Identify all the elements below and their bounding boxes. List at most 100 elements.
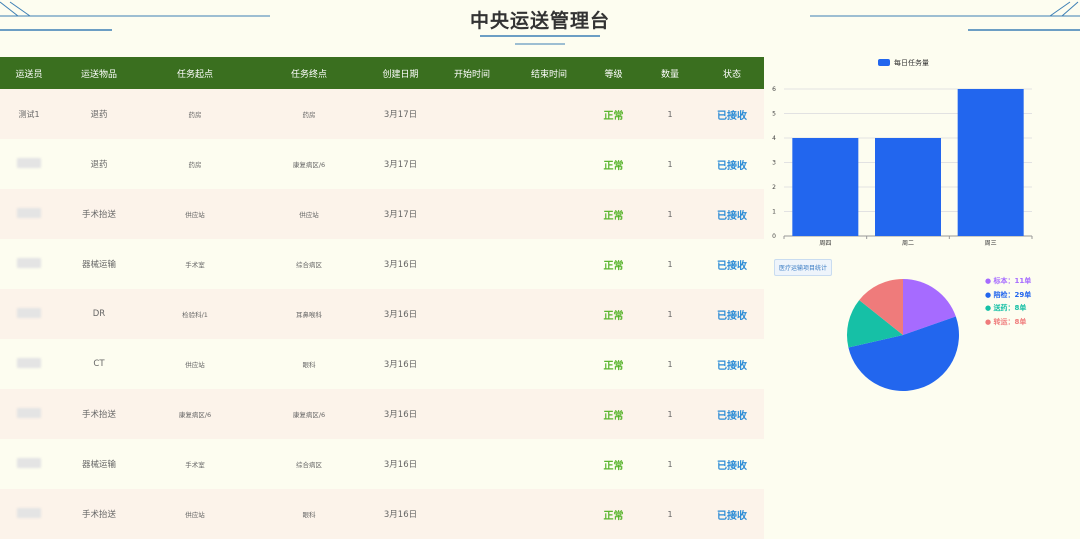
courier-cell [0,389,58,439]
level-cell: 正常 [587,489,640,539]
status-cell[interactable]: 已接收 [700,289,764,339]
table-row[interactable]: 测试1 退药 药房 药房 3月17日 正常 1 已接收 [0,89,764,139]
status-cell[interactable]: 已接收 [700,339,764,389]
redacted-name [17,258,41,268]
y-tick-label: 4 [772,135,776,142]
pie-legend-item[interactable]: ● 转运：8单 [985,316,1031,330]
qty-cell: 1 [640,89,700,139]
to-cell: 眼科 [250,489,368,539]
status-cell[interactable]: 已接收 [700,139,764,189]
col-header-start: 开始时间 [433,57,511,89]
page-header: 中央运送管理台 [0,0,1080,56]
start-cell [433,439,511,489]
bar [957,89,1024,236]
x-tick-label: 周四 [819,240,831,246]
date-cell: 3月17日 [368,139,433,189]
x-tick-label: 周三 [985,240,997,246]
qty-cell: 1 [640,489,700,539]
level-cell: 正常 [587,389,640,439]
bar-legend-label: 每日任务量 [894,59,929,67]
table-row[interactable]: 退药 药房 康复病区/6 3月17日 正常 1 已接收 [0,139,764,189]
table-row[interactable]: 手术抬送 康复病区/6 康复病区/6 3月16日 正常 1 已接收 [0,389,764,439]
bar-legend[interactable]: 每日任务量 [878,58,929,68]
qty-cell: 1 [640,439,700,489]
col-header-created: 创建日期 [368,57,433,89]
table-row[interactable]: DR 检验科/1 耳鼻喉科 3月16日 正常 1 已接收 [0,289,764,339]
col-header-end: 结束时间 [511,57,587,89]
qty-cell: 1 [640,189,700,239]
from-cell: 检验科/1 [140,289,250,339]
from-cell: 药房 [140,139,250,189]
date-cell: 3月16日 [368,489,433,539]
redacted-name [17,158,41,168]
table-row[interactable]: CT 供应站 眼科 3月16日 正常 1 已接收 [0,339,764,389]
status-cell[interactable]: 已接收 [700,189,764,239]
courier-cell: 测试1 [0,89,58,139]
date-cell: 3月16日 [368,339,433,389]
courier-cell [0,189,58,239]
pie-chart-title-button[interactable]: 医疗运输项目统计 [774,259,833,276]
redacted-name [17,308,41,318]
table-row[interactable]: 手术抬送 供应站 眼科 3月16日 正常 1 已接收 [0,489,764,539]
status-cell[interactable]: 已接收 [700,439,764,489]
qty-cell: 1 [640,289,700,339]
table-row[interactable]: 器械运输 手术室 综合病区 3月16日 正常 1 已接收 [0,439,764,489]
col-header-qty: 数量 [640,57,700,89]
bar [792,138,859,236]
bar [875,138,941,236]
end-cell [511,489,587,539]
col-header-status: 状态 [700,57,764,89]
qty-cell: 1 [640,389,700,439]
table-row[interactable]: 器械运输 手术室 综合病区 3月16日 正常 1 已接收 [0,239,764,289]
y-tick-label: 5 [772,111,776,118]
level-cell: 正常 [587,289,640,339]
courier-cell [0,489,58,539]
y-tick-label: 2 [772,184,776,191]
pie-legend-item[interactable]: ● 送药：8单 [985,302,1031,316]
from-cell: 供应站 [140,189,250,239]
redacted-name [17,358,41,368]
y-tick-label: 0 [772,233,776,240]
end-cell [511,139,587,189]
y-tick-label: 1 [772,209,776,216]
table-row[interactable]: 手术抬送 供应站 供应站 3月17日 正常 1 已接收 [0,189,764,239]
from-cell: 供应站 [140,339,250,389]
start-cell [433,289,511,339]
courier-cell [0,239,58,289]
item-cell: 器械运输 [58,439,140,489]
pie-legend: ● 标本：11单 ● 陪检：29单 ● 送药：8单 ● 转运：8单 [985,275,1031,329]
end-cell [511,439,587,489]
y-tick-label: 3 [772,160,776,167]
status-cell[interactable]: 已接收 [700,239,764,289]
table-header-row: 运送员 运送物品 任务起点 任务终点 创建日期 开始时间 结束时间 等级 数量 … [0,57,764,89]
item-cell: 手术抬送 [58,389,140,439]
status-cell[interactable]: 已接收 [700,389,764,439]
end-cell [511,189,587,239]
date-cell: 3月17日 [368,89,433,139]
courier-cell [0,289,58,339]
col-header-level: 等级 [587,57,640,89]
start-cell [433,189,511,239]
col-header-to: 任务终点 [250,57,368,89]
redacted-name [17,458,41,468]
from-cell: 供应站 [140,489,250,539]
item-cell: 退药 [58,89,140,139]
qty-cell: 1 [640,339,700,389]
bar-chart: 0 1 2 3 4 5 6 周四 周二 周三 [772,86,1033,246]
x-tick-label: 周二 [902,240,914,246]
courier-cell [0,439,58,489]
pie-legend-item[interactable]: ● 陪检：29单 [985,289,1031,303]
page-title: 中央运送管理台 [469,10,610,32]
to-cell: 康复病区/6 [250,389,368,439]
start-cell [433,89,511,139]
from-cell: 康复病区/6 [140,389,250,439]
to-cell: 药房 [250,89,368,139]
level-cell: 正常 [587,139,640,189]
end-cell [511,289,587,339]
date-cell: 3月17日 [368,189,433,239]
col-header-courier: 运送员 [0,57,58,89]
pie-legend-item[interactable]: ● 标本：11单 [985,275,1031,289]
status-cell[interactable]: 已接收 [700,89,764,139]
status-cell[interactable]: 已接收 [700,489,764,539]
to-cell: 康复病区/6 [250,139,368,189]
